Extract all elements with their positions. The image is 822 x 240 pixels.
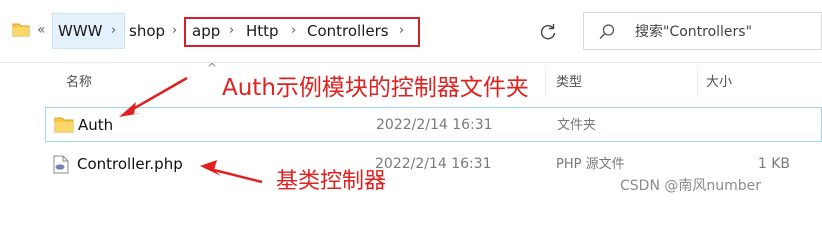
file-type: PHP 源文件 [556,157,625,172]
file-date: 2022/2/14 16:31 [375,156,492,172]
refresh-icon[interactable] [538,22,562,42]
breadcrumb-separator-icon[interactable]: › [399,13,404,49]
file-date: 2022/2/14 16:31 [376,117,493,133]
file-type: 文件夹 [557,118,597,133]
breadcrumb-app[interactable]: app [192,13,220,49]
annotation-auth-note: Auth示例模块的控制器文件夹 [222,75,529,101]
column-divider[interactable] [545,66,546,96]
file-name: Controller.php [77,155,183,173]
address-bar: « WWW › shop › app › Http › Controllers … [0,0,822,63]
overflow-chevron-button[interactable]: « [37,22,46,38]
column-header-type[interactable]: 类型 [556,71,582,90]
php-file-icon [53,155,69,178]
file-size: 1 KB [757,156,790,172]
search-placeholder: 搜索"Controllers" [635,24,753,40]
search-icon [598,23,616,45]
column-divider[interactable] [697,66,698,96]
column-header-name[interactable]: 名称 [66,71,92,90]
breadcrumb-http[interactable]: Http [246,13,279,49]
watermark: CSDN @南风number [620,178,762,194]
folder-icon [12,22,30,41]
breadcrumb-separator-icon[interactable]: › [111,13,116,49]
breadcrumb-www[interactable]: WWW [58,13,103,49]
file-row-auth[interactable]: Auth 2022/2/14 16:31 文件夹 [45,107,822,142]
annotation-controller-note: 基类控制器 [276,169,387,194]
sort-caret-icon: ^ [207,61,218,75]
breadcrumb-controllers[interactable]: Controllers [307,13,389,49]
breadcrumb-separator-icon[interactable]: › [229,13,234,49]
search-input[interactable]: 搜索"Controllers" [583,12,822,50]
breadcrumb-shop[interactable]: shop [129,13,165,49]
folder-icon [54,116,74,137]
file-name: Auth [78,116,114,134]
column-header-size[interactable]: 大小 [706,71,732,90]
breadcrumb-separator-icon[interactable]: › [172,13,177,49]
breadcrumb-separator-icon[interactable]: › [291,13,296,49]
